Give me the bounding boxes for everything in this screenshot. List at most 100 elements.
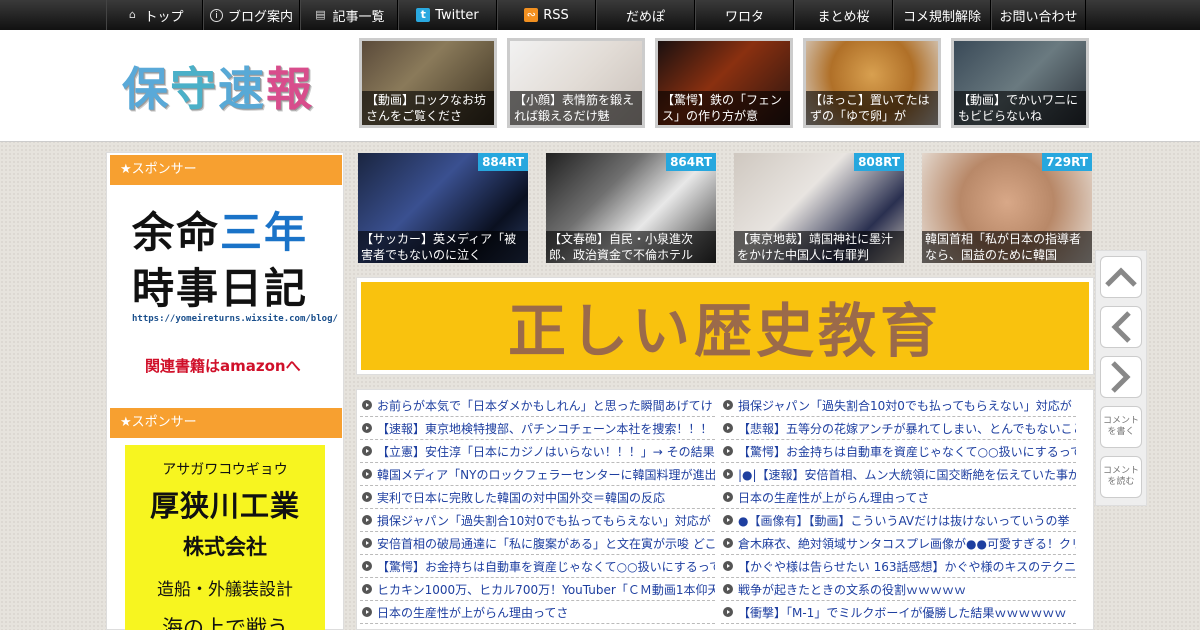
nav-twitter[interactable]: t Twitter [398, 0, 497, 30]
ad-asagawa-kogyo[interactable]: アサガワコウギョウ 厚狭川工業 株式会社 造船・外艤装設計 海の上で戦う [125, 445, 325, 630]
ad2-business: 造船・外艤装設計 [157, 580, 293, 600]
header-thumb-rock-monk[interactable]: 【動画】ロックなお坊さんをご覧くださ [359, 38, 497, 128]
article-link[interactable]: 【立憲】安住淳「日本にカジノはいらない！！！」→ その結果 [377, 443, 715, 460]
list-item[interactable]: 【かぐや様は告らせたい 163話感想】かぐや様のキスのテクニ [721, 555, 1076, 578]
list-item[interactable]: |●|【速報】安倍首相、ムン大統領に国交断絶を伝えていた事が [721, 463, 1076, 486]
nav-article-list[interactable]: ▤ 記事一覧 [300, 0, 398, 30]
list-item[interactable]: 戦争が起きたときの文系の役割ｗｗｗｗｗ [721, 578, 1076, 601]
ranking-item[interactable]: 864RT 【文春砲】自民・小泉進次郎、政治資金で不倫ホテル [546, 153, 716, 263]
article-link[interactable]: 韓国メディア「NYのロックフェラーセンターに韓国料理が進出 [377, 466, 715, 483]
nav-warota[interactable]: ワロタ [695, 0, 794, 30]
article-link[interactable]: 【悲報】五等分の花嫁アンチが暴れてしまい、とんでもないこと [738, 420, 1076, 437]
article-link[interactable]: 損保ジャパン「過失割合10対0でも払ってもらえない」対応が [377, 512, 711, 529]
header-thumb-face-muscle[interactable]: 【小顔】表情筋を鍛えれば鍛えるだけ魅 [507, 38, 645, 128]
sponsor-heading: ★スポンサー [110, 155, 342, 185]
list-item[interactable]: 実利で日本に完敗した韓国の対中国外交＝韓国の反応 [360, 486, 715, 509]
nav-matome-sakura[interactable]: まとめ桜 [794, 0, 893, 30]
arrow-bullet-icon [723, 400, 733, 410]
article-link[interactable]: |●|【速報】安倍首相、ムン大統領に国交断絶を伝えていた事が [738, 466, 1076, 483]
article-link[interactable]: 日本の生産性が上がらん理由ってさ [377, 604, 568, 621]
read-comments-button[interactable]: コメントを読む [1100, 456, 1142, 498]
nav-damepo[interactable]: だめぽ [596, 0, 695, 30]
list-item[interactable]: 日本の生産性が上がらん理由ってさ [721, 486, 1076, 509]
ad1-title-accent: 三年 [220, 208, 309, 257]
history-education-banner[interactable]: 正しい歴史教育 [356, 277, 1094, 375]
article-link[interactable]: ●【画像有】【動画】こういうAVだけは抜けないっていうの挙 [738, 512, 1070, 529]
list-item[interactable]: 損保ジャパン「過失割合10対0でも払ってもらえない」対応が [721, 394, 1076, 417]
list-item[interactable]: 【驚愕】お金持ちは自動車を資産じゃなくて○○扱いにするって [360, 555, 715, 578]
arrow-bullet-icon [362, 400, 372, 410]
list-item[interactable]: お前らが本気で「日本ダメかもしれん」と思った瞬間あげてけ [360, 394, 715, 417]
arrow-bullet-icon [362, 515, 372, 525]
list-item[interactable]: 【驚愕】お金持ちは自動車を資産じゃなくて○○扱いにするって [721, 440, 1076, 463]
ad1-title-line1: 余命三年 [132, 199, 308, 260]
retweet-count-badge: 884RT [478, 153, 528, 171]
article-link[interactable]: ヒカキン1000万、ヒカル700万！YouTuber「ＣＭ動画1本仰天お [377, 581, 715, 598]
article-link[interactable]: 日本の生産性が上がらん理由ってさ [738, 489, 929, 506]
floating-side-buttons: コメントを書く コメントを読む [1095, 250, 1147, 506]
article-link[interactable]: 安倍首相の破局通達に「私に腹案がある」と文在寅が示唆 どこ [377, 535, 715, 552]
nav-home[interactable]: ⌂ トップ [106, 0, 203, 30]
nav-label: お問い合わせ [999, 9, 1078, 25]
list-item[interactable]: 損保ジャパン「過失割合10対0でも払ってもらえない」対応が [360, 509, 715, 532]
article-link[interactable]: 【速報】東京地検特捜部、パチンコチェーン本社を捜索！！！ [377, 420, 712, 437]
nav-blog-guide[interactable]: i ブログ案内 [203, 0, 300, 30]
ranking-item[interactable]: 808RT 【東京地裁】靖国神社に墨汁をかけた中国人に有罪判 [734, 153, 904, 263]
article-link[interactable]: 実利で日本に完敗した韓国の対中国外交＝韓国の反応 [377, 489, 665, 506]
prev-article-button[interactable] [1100, 306, 1142, 348]
logo-char: 速 [218, 62, 266, 116]
write-comment-button[interactable]: コメントを書く [1100, 406, 1142, 448]
arrow-bullet-icon [362, 538, 372, 548]
nav-comment-unblock[interactable]: コメ規制解除 [893, 0, 991, 30]
arrow-bullet-icon [362, 423, 372, 433]
arrow-bullet-icon [723, 446, 733, 456]
list-item[interactable]: 韓国メディア「NYのロックフェラーセンターに韓国料理が進出 [360, 463, 715, 486]
list-item[interactable]: 【悲報】五等分の花嫁アンチが暴れてしまい、とんでもないこと [721, 417, 1076, 440]
article-link[interactable]: 【驚愕】お金持ちは自動車を資産じゃなくて○○扱いにするって [738, 443, 1076, 460]
thumb-caption: 【小顔】表情筋を鍛えれば鍛えるだけ魅 [510, 91, 642, 125]
ranking-caption: 【文春砲】自民・小泉進次郎、政治資金で不倫ホテル [546, 231, 716, 263]
ad-yomei-sannen[interactable]: 余命三年 時事日記 https://yomeireturns.wixsite.c… [110, 193, 342, 383]
article-link[interactable]: 【衝撃】「M-1」でミルクボーイが優勝した結果ｗｗｗｗｗｗ [738, 604, 1066, 621]
nav-rss[interactable]: ∾ RSS [497, 0, 596, 30]
nav-contact[interactable]: お問い合わせ [991, 0, 1086, 30]
article-link[interactable]: 【かぐや様は告らせたい 163話感想】かぐや様のキスのテクニ [738, 558, 1076, 575]
article-link[interactable]: 損保ジャパン「過失割合10対0でも払ってもらえない」対応が [738, 397, 1072, 414]
retweet-count-badge: 864RT [666, 153, 716, 171]
thumb-caption: 【驚愕】鉄の「フェンス」の作り方が意 [658, 91, 790, 125]
ranking-item[interactable]: 884RT 【サッカー】英メディア「被害者でもないのに泣く [358, 153, 528, 263]
article-link[interactable]: 【驚愕】お金持ちは自動車を資産じゃなくて○○扱いにするって [377, 558, 715, 575]
nav-label: トップ [144, 9, 184, 25]
list-item[interactable]: 【速報】東京地検特捜部、パチンコチェーン本社を捜索！！！ [360, 417, 715, 440]
chevron-right-icon [1111, 361, 1131, 393]
ad1-title-part: 余命 [132, 208, 221, 257]
list-item[interactable]: ●【画像有】【動画】こういうAVだけは抜けないっていうの挙 [721, 509, 1076, 532]
list-item[interactable]: ヒカキン1000万、ヒカル700万！YouTuber「ＣＭ動画1本仰天お [360, 578, 715, 601]
next-article-button[interactable] [1100, 356, 1142, 398]
chevron-left-icon [1111, 311, 1131, 343]
ranking-item[interactable]: 729RT 韓国首相「私が日本の指導者なら、国益のために韓国 [922, 153, 1092, 263]
thumb-caption: 【ほっこ】置いてたはずの「ゆで卵」が [806, 91, 938, 125]
arrow-bullet-icon [723, 561, 733, 571]
list-item[interactable]: 倉木麻衣、絶対領域サンタコスプレ画像が●●可愛すぎる！クリ [721, 532, 1076, 555]
header-thumb-iron-fence[interactable]: 【驚愕】鉄の「フェンス」の作り方が意 [655, 38, 793, 128]
logo-char: 守 [170, 62, 218, 116]
header-thumb-crocodile[interactable]: 【動画】でかいワニにもビビらないね [951, 38, 1089, 128]
arrow-bullet-icon [362, 561, 372, 571]
sidebar: ★スポンサー 余命三年 時事日記 https://yomeireturns.wi… [106, 152, 344, 630]
thumb-caption: 【動画】ロックなお坊さんをご覧くださ [362, 91, 494, 125]
scroll-top-button[interactable] [1100, 256, 1142, 298]
list-item[interactable]: 日本の生産性が上がらん理由ってさ [360, 601, 715, 624]
article-list-left: お前らが本気で「日本ダメかもしれん」と思った瞬間あげてけ 【速報】東京地検特捜部… [360, 394, 715, 624]
list-item[interactable]: 安倍首相の破局通達に「私に腹案がある」と文在寅が示唆 どこ [360, 532, 715, 555]
site-logo[interactable]: 保守速報 [122, 50, 322, 122]
ad2-corp: 株式会社 [183, 535, 267, 559]
list-item[interactable]: 【衝撃】「M-1」でミルクボーイが優勝した結果ｗｗｗｗｗｗ [721, 601, 1076, 624]
nav-label: ブログ案内 [227, 9, 293, 25]
article-link[interactable]: 戦争が起きたときの文系の役割ｗｗｗｗｗ [738, 581, 966, 598]
list-item[interactable]: 【立憲】安住淳「日本にカジノはいらない！！！」→ その結果 [360, 440, 715, 463]
article-link[interactable]: お前らが本気で「日本ダメかもしれん」と思った瞬間あげてけ [377, 397, 713, 414]
article-link[interactable]: 倉木麻衣、絶対領域サンタコスプレ画像が●●可愛すぎる！クリ [738, 535, 1076, 552]
header-thumb-boiled-egg[interactable]: 【ほっこ】置いてたはずの「ゆで卵」が [803, 38, 941, 128]
twitter-icon: t [416, 8, 431, 22]
